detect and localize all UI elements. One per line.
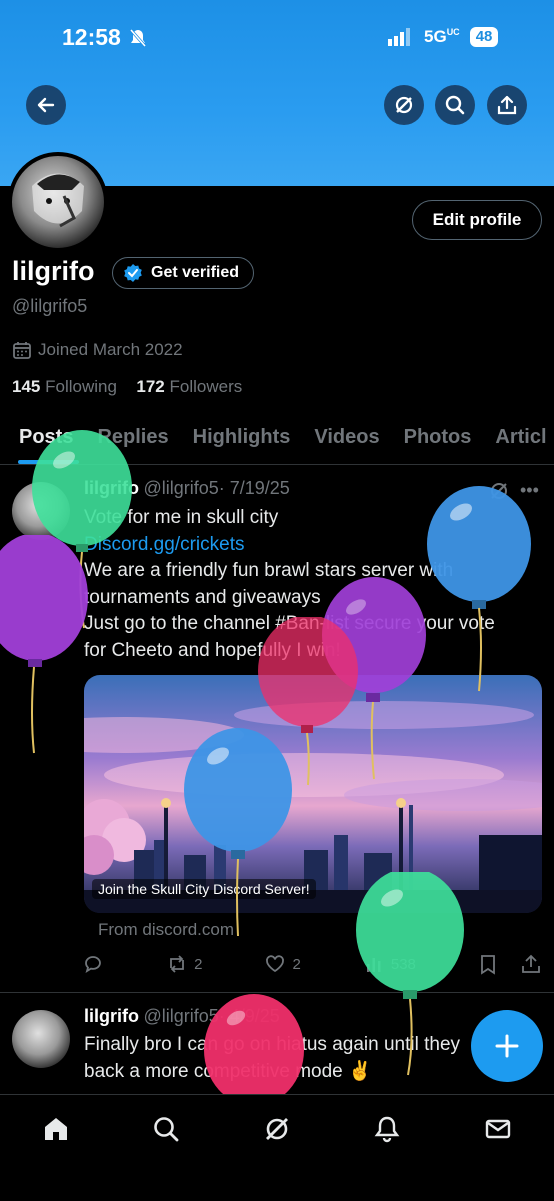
- followers-link[interactable]: 172 Followers: [136, 377, 242, 396]
- compose-button[interactable]: [471, 1010, 543, 1082]
- heart-icon: [266, 955, 285, 973]
- grok-button[interactable]: [384, 85, 424, 125]
- get-verified-button[interactable]: Get verified: [112, 257, 255, 289]
- following-count: 145: [12, 377, 41, 396]
- post-body: Finally bro I can go on hiatus again unt…: [84, 1032, 484, 1085]
- repost-button[interactable]: 2: [166, 953, 202, 975]
- status-right: 5GUC 48: [388, 26, 499, 48]
- like-count: 2: [292, 955, 301, 973]
- post-line: We are a friendly fun brawl stars server…: [84, 560, 454, 581]
- card-caption: Join the Skull City Discord Server!: [92, 879, 316, 899]
- post-line: for Cheeto and hopefully I win!: [84, 639, 341, 661]
- card-source[interactable]: From discord.com: [98, 920, 234, 940]
- post-divider: [0, 992, 554, 993]
- signal-icon: [388, 28, 414, 46]
- calendar-icon: [13, 342, 31, 359]
- tab-posts[interactable]: Posts: [0, 418, 85, 464]
- nav-grok[interactable]: [257, 1109, 297, 1149]
- followers-label: Followers: [169, 377, 243, 396]
- profile-tabs: Posts Replies Highlights Videos Photos A…: [0, 418, 554, 465]
- reply-icon: [85, 956, 101, 973]
- post-actions: 2 2 538: [82, 950, 542, 978]
- nav-search[interactable]: [146, 1109, 186, 1149]
- slash-circle-icon: [395, 96, 413, 114]
- profile-handle: @lilgrifo5: [12, 296, 88, 316]
- nav-messages[interactable]: [478, 1109, 518, 1149]
- bell-icon: [374, 1116, 400, 1143]
- display-name: lilgrifo: [12, 256, 95, 286]
- post-more-icon[interactable]: •••: [520, 480, 539, 501]
- post-line: Vote for me in skull city: [84, 507, 279, 528]
- tab-articles[interactable]: Articl: [483, 418, 554, 464]
- like-button[interactable]: 2: [264, 953, 301, 975]
- verified-badge-icon: [124, 264, 142, 282]
- repost-count: 2: [194, 955, 203, 973]
- back-button[interactable]: [26, 85, 66, 125]
- nav-home[interactable]: [36, 1109, 76, 1149]
- followers-count: 172: [136, 377, 165, 396]
- tab-highlights[interactable]: Highlights: [181, 418, 303, 464]
- search-button[interactable]: [435, 85, 475, 125]
- balloon-purple-1: [0, 535, 88, 754]
- city-skyline-image: [84, 701, 542, 913]
- search-icon: [154, 1117, 179, 1142]
- view-count: 538: [390, 955, 416, 973]
- views-icon: [366, 958, 381, 972]
- home-icon: [45, 1118, 67, 1140]
- share-icon[interactable]: [520, 953, 542, 975]
- search-icon: [445, 95, 465, 115]
- edit-profile-button[interactable]: Edit profile: [412, 200, 542, 240]
- joined-label: Joined March 2022: [38, 340, 183, 359]
- share-icon: [497, 95, 517, 115]
- plus-icon: [495, 1034, 519, 1058]
- nav-notifications[interactable]: [367, 1109, 407, 1149]
- bottom-navigation: [0, 1094, 554, 1201]
- post-tools: [478, 953, 542, 975]
- following-link[interactable]: 145 Following: [12, 377, 117, 396]
- reply-button[interactable]: [82, 953, 104, 975]
- follow-stats: 145 Following 172 Followers: [12, 377, 242, 397]
- bell-muted-icon: [128, 28, 148, 48]
- post-line: Finally bro I can go on hiatus again unt…: [84, 1034, 461, 1055]
- grok-icon: [266, 1118, 288, 1140]
- joined-date: Joined March 2022: [12, 340, 183, 360]
- following-label: Following: [45, 377, 117, 396]
- post-line: back a more competitive mode ✌️: [84, 1060, 372, 1082]
- views-button[interactable]: 538: [363, 953, 416, 975]
- bookmark-icon[interactable]: [478, 953, 498, 975]
- profile-avatar[interactable]: [8, 152, 108, 252]
- post-avatar[interactable]: [12, 482, 70, 540]
- post-header: lilgrifo @lilgrifo5· 7/19/25: [84, 478, 290, 499]
- network-label: 5GUC: [424, 27, 460, 46]
- post-body: Vote for me in skull city Discord.gg/cri…: [84, 505, 548, 664]
- tab-videos[interactable]: Videos: [302, 418, 391, 464]
- share-button[interactable]: [487, 85, 527, 125]
- post-author-name[interactable]: lilgrifo: [84, 1006, 139, 1026]
- post-line: tournaments and giveaways: [84, 586, 321, 608]
- post-avatar[interactable]: [12, 1010, 70, 1068]
- post-link[interactable]: Discord.gg/crickets: [84, 532, 548, 559]
- battery-indicator: 48: [469, 27, 499, 47]
- post-author-name[interactable]: lilgrifo: [84, 478, 139, 498]
- status-time: 12:58: [62, 24, 121, 50]
- post-date: · 7/19/25: [218, 478, 290, 498]
- arrow-left-icon: [37, 97, 55, 113]
- repost-icon: [170, 955, 184, 973]
- post-author-handle: @lilgrifo5: [143, 478, 219, 498]
- post-line: Just go to the channel #Ban-list secure …: [84, 613, 495, 634]
- tab-photos[interactable]: Photos: [392, 418, 484, 464]
- tab-replies[interactable]: Replies: [85, 418, 180, 464]
- link-card[interactable]: Join the Skull City Discord Server!: [84, 675, 542, 913]
- mail-icon: [485, 1119, 511, 1139]
- post-date: · 4/9/25: [218, 1006, 280, 1026]
- post-header: lilgrifo @lilgrifo5· 4/9/25: [84, 1006, 280, 1027]
- grok-post-icon[interactable]: [488, 480, 510, 502]
- get-verified-label: Get verified: [151, 264, 240, 281]
- post-author-handle: @lilgrifo5: [143, 1006, 219, 1026]
